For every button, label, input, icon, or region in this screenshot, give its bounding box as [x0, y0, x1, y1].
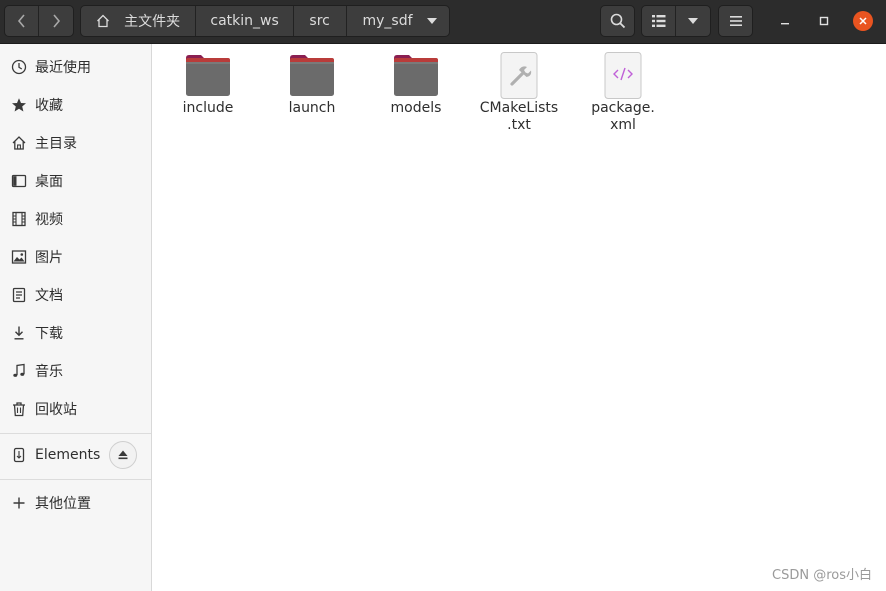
path-crumb-home[interactable]: 主文件夹: [81, 6, 197, 36]
sidebar-item-label: 视频: [35, 212, 63, 228]
plus-icon: [10, 494, 28, 512]
path-crumb-catkin-ws[interactable]: catkin_ws: [196, 6, 294, 36]
file-name-line1: CMakeLists: [479, 100, 559, 116]
clock-icon: [10, 58, 28, 76]
sidebar-item-music[interactable]: 音乐: [0, 353, 151, 389]
folder-icon: [184, 52, 232, 100]
search-button[interactable]: [601, 6, 634, 36]
document-icon: [10, 286, 28, 304]
minimize-icon: [781, 23, 789, 25]
eject-button[interactable]: [109, 441, 137, 469]
back-button[interactable]: [5, 6, 40, 36]
star-icon: [10, 96, 28, 114]
header-bar: 主文件夹 catkin_ws src my_sdf: [0, 0, 886, 44]
search-button-group: [600, 5, 635, 37]
sidebar-separator: [0, 479, 151, 480]
menu-button-group: [718, 5, 753, 37]
sidebar-item-label: 其他位置: [35, 496, 91, 512]
menu-button[interactable]: [719, 6, 752, 36]
chevron-down-icon: [426, 18, 437, 24]
sidebar-item-pictures[interactable]: 图片: [0, 239, 151, 275]
sidebar-item-label: 文档: [35, 288, 63, 304]
sidebar-item-starred[interactable]: 收藏: [0, 87, 151, 123]
text-file-icon: [495, 52, 543, 100]
sidebar-item-videos[interactable]: 视频: [0, 201, 151, 237]
file-item-launch[interactable]: launch: [267, 52, 357, 117]
watermark: CSDN @ros小白: [772, 568, 872, 583]
xml-file-icon: [599, 52, 647, 100]
path-crumb-label: catkin_ws: [210, 13, 279, 29]
home-icon: [10, 134, 28, 152]
picture-icon: [10, 248, 28, 266]
file-item-package-xml[interactable]: package. xml: [578, 52, 668, 134]
view-options-button[interactable]: [676, 6, 710, 36]
path-crumb-my-sdf[interactable]: my_sdf: [347, 6, 450, 36]
close-button[interactable]: [853, 11, 873, 31]
hamburger-menu-icon: [729, 16, 742, 26]
file-item-cmakelists[interactable]: CMakeLists .txt: [474, 52, 564, 134]
sidebar-item-home[interactable]: 主目录: [0, 125, 151, 161]
file-view: include launch models CMakeLists .txt pa…: [152, 44, 886, 591]
view-button-group: [641, 5, 711, 37]
folder-icon: [288, 52, 336, 100]
download-icon: [10, 324, 28, 342]
home-icon: [97, 14, 110, 28]
sidebar-item-label: 最近使用: [35, 60, 91, 76]
trash-icon: [10, 400, 28, 418]
file-name-line1: package.: [591, 100, 655, 116]
sidebar-item-other-locations[interactable]: 其他位置: [0, 485, 151, 521]
sidebar-item-label: 主目录: [35, 136, 77, 152]
usb-drive-icon: [10, 446, 28, 464]
sidebar-item-recent[interactable]: 最近使用: [0, 49, 151, 85]
file-name-line2: xml: [610, 117, 636, 133]
sidebar: 最近使用 收藏 主目录 桌面 视频 图片 文档 下载 音乐 回收站 Elemen…: [0, 44, 152, 591]
path-crumb-label: my_sdf: [362, 13, 413, 29]
sidebar-item-label: 下载: [35, 326, 63, 342]
navigation-buttons: [4, 5, 74, 37]
sidebar-item-label: 音乐: [35, 364, 63, 380]
sidebar-item-label: 回收站: [35, 402, 77, 418]
music-icon: [10, 362, 28, 380]
sidebar-item-documents[interactable]: 文档: [0, 277, 151, 313]
list-view-button[interactable]: [642, 6, 677, 36]
forward-button[interactable]: [39, 6, 73, 36]
search-icon: [610, 13, 625, 29]
sidebar-separator: [0, 433, 151, 434]
file-name-line2: .txt: [507, 117, 531, 133]
sidebar-item-downloads[interactable]: 下载: [0, 315, 151, 351]
folder-icon: [392, 52, 440, 100]
minimize-button[interactable]: [775, 11, 795, 31]
maximize-icon: [819, 16, 829, 26]
maximize-button[interactable]: [814, 11, 834, 31]
forward-icon: [53, 14, 61, 28]
sidebar-item-label: 收藏: [35, 98, 63, 114]
video-icon: [10, 210, 28, 228]
sidebar-item-label: 图片: [35, 250, 63, 266]
file-item-include[interactable]: include: [163, 52, 253, 117]
path-bar: 主文件夹 catkin_ws src my_sdf: [80, 5, 450, 37]
file-name: include: [182, 100, 234, 116]
eject-icon: [118, 450, 128, 460]
file-name: models: [390, 100, 442, 116]
file-name: launch: [288, 100, 336, 116]
path-crumb-label: src: [309, 13, 330, 29]
sidebar-item-label: Elements: [35, 447, 101, 463]
desktop-icon: [10, 172, 28, 190]
path-crumb-src[interactable]: src: [294, 6, 347, 36]
list-view-icon: [651, 15, 665, 27]
back-icon: [17, 14, 25, 28]
sidebar-item-trash[interactable]: 回收站: [0, 391, 151, 427]
path-crumb-label: 主文件夹: [124, 14, 181, 30]
close-icon: [859, 17, 867, 25]
file-item-models[interactable]: models: [371, 52, 461, 117]
chevron-down-icon: [688, 18, 698, 24]
sidebar-item-label: 桌面: [35, 174, 63, 190]
sidebar-item-desktop[interactable]: 桌面: [0, 163, 151, 199]
